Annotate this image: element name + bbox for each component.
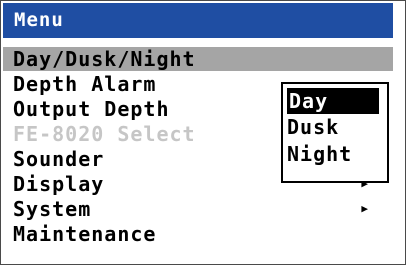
menu-item-label: Depth Alarm [13,72,157,96]
menu-item-output-depth[interactable]: Output Depth [13,97,170,121]
menu-window: Menu Day/Dusk/Night Depth Alarm Output D… [0,0,406,265]
menu-item-system[interactable]: System ▶ [13,197,393,221]
submenu-arrow-icon: ▶ [361,202,369,215]
menu-item-label: System [13,197,92,221]
menu-titlebar: Menu [3,3,393,38]
menu-item-day-dusk-night[interactable]: Day/Dusk/Night [13,47,196,71]
menu-title: Menu [14,9,64,31]
menu-item-depth-alarm[interactable]: Depth Alarm [13,72,156,96]
menu-item-label: Maintenance [13,222,157,246]
menu-item-maintenance[interactable]: Maintenance [13,222,156,246]
submenu-item-dusk[interactable]: Dusk [287,114,339,140]
submenu-item-day[interactable]: Day [287,88,379,114]
menu-item-fe8020-select: FE-8020 Select [13,122,196,146]
menu-item-sounder[interactable]: Sounder [13,147,104,171]
menu-item-label: FE-8020 Select [13,122,196,146]
menu-item-label: Display [13,172,105,196]
day-dusk-night-submenu: Day Dusk Night [281,82,389,183]
submenu-item-night[interactable]: Night [287,141,352,167]
menu-item-label: Output Depth [13,97,170,121]
menu-item-label: Day/Dusk/Night [13,47,196,71]
menu-item-label: Sounder [13,147,105,171]
